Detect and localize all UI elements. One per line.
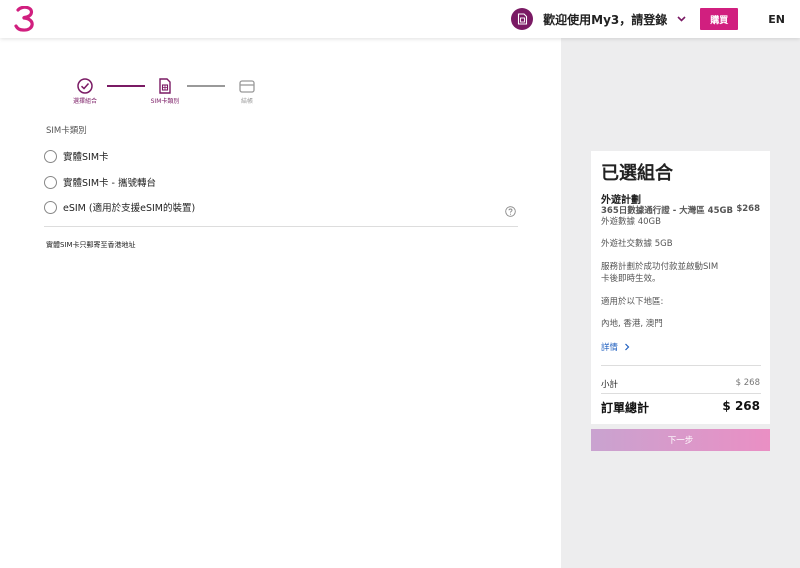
step-label-plan: 選擇組合	[72, 98, 97, 105]
next-step-button[interactable]: 下一步	[591, 429, 770, 451]
summary-line: 外遊社交數據 5GB	[601, 239, 673, 249]
summary-title: 已選組合	[601, 163, 673, 184]
sim-option-physical[interactable]: 實體SIM卡	[44, 149, 109, 163]
order-total-label: 訂單總計	[601, 401, 650, 415]
subtotal-label: 小計	[601, 380, 619, 390]
details-link[interactable]: 詳情	[601, 341, 631, 353]
summary-line: 適用於以下地區:	[601, 297, 664, 307]
order-summary-card: 已選組合 外遊計劃 365日數據通行證 - 大灣區 45GB $268 外遊數據…	[591, 151, 770, 424]
sim-icon	[517, 13, 527, 25]
summary-line: 卡後即時生效。	[601, 274, 661, 284]
summary-line: 內地, 香港, 澳門	[601, 319, 663, 329]
chevron-down-icon[interactable]	[677, 16, 686, 22]
plan-subtitle: 365日數據通行證 - 大灣區 45GB	[601, 206, 733, 216]
top-header: 歡迎使用My3，請登錄 購買 EN	[0, 0, 800, 38]
step-label-sim: SIM卡類別	[150, 98, 180, 105]
subtotal-value: $ 268	[735, 378, 760, 388]
sim-type-heading: SIM卡類別	[46, 126, 87, 136]
account-avatar[interactable]	[511, 8, 534, 30]
option-label: 實體SIM卡	[63, 152, 109, 163]
three-logo[interactable]	[14, 6, 38, 32]
plan-price: $268	[736, 204, 760, 214]
check-circle-icon	[76, 77, 94, 95]
chevron-right-icon	[625, 343, 630, 351]
help-icon[interactable]	[505, 202, 516, 221]
option-label: eSIM (適用於支援eSIM的裝置)	[63, 203, 196, 214]
summary-divider	[601, 393, 761, 394]
option-label: 實體SIM卡 - 攜號轉台	[63, 178, 156, 189]
buy-button[interactable]: 購買	[700, 8, 739, 30]
language-toggle[interactable]: EN	[768, 13, 785, 26]
step-connector	[107, 85, 145, 87]
summary-line: 外遊數據 40GB	[601, 217, 661, 227]
header-actions: 歡迎使用My3，請登錄 購買 EN	[511, 0, 800, 38]
sim-card-icon	[156, 77, 174, 95]
payment-card-icon	[238, 77, 256, 95]
sim-option-port-in[interactable]: 實體SIM卡 - 攜號轉台	[44, 175, 156, 189]
step-connector	[187, 85, 225, 87]
shipping-note: 實體SIM卡只郵寄至香港地址	[46, 241, 136, 249]
radio-button[interactable]	[44, 175, 57, 189]
sim-option-esim[interactable]: eSIM (適用於支援eSIM的裝置)	[44, 200, 195, 214]
radio-button[interactable]	[44, 200, 57, 214]
details-link-label: 詳情	[601, 343, 619, 353]
welcome-login-text[interactable]: 歡迎使用My3，請登錄	[543, 11, 667, 28]
radio-button[interactable]	[44, 149, 57, 163]
summary-divider	[601, 365, 761, 366]
form-divider	[44, 226, 518, 227]
order-total-value: $ 268	[722, 399, 760, 413]
summary-line: 服務計劃於成功付款並啟動SIM	[601, 262, 719, 272]
step-label-checkout: 結帳	[240, 98, 253, 105]
